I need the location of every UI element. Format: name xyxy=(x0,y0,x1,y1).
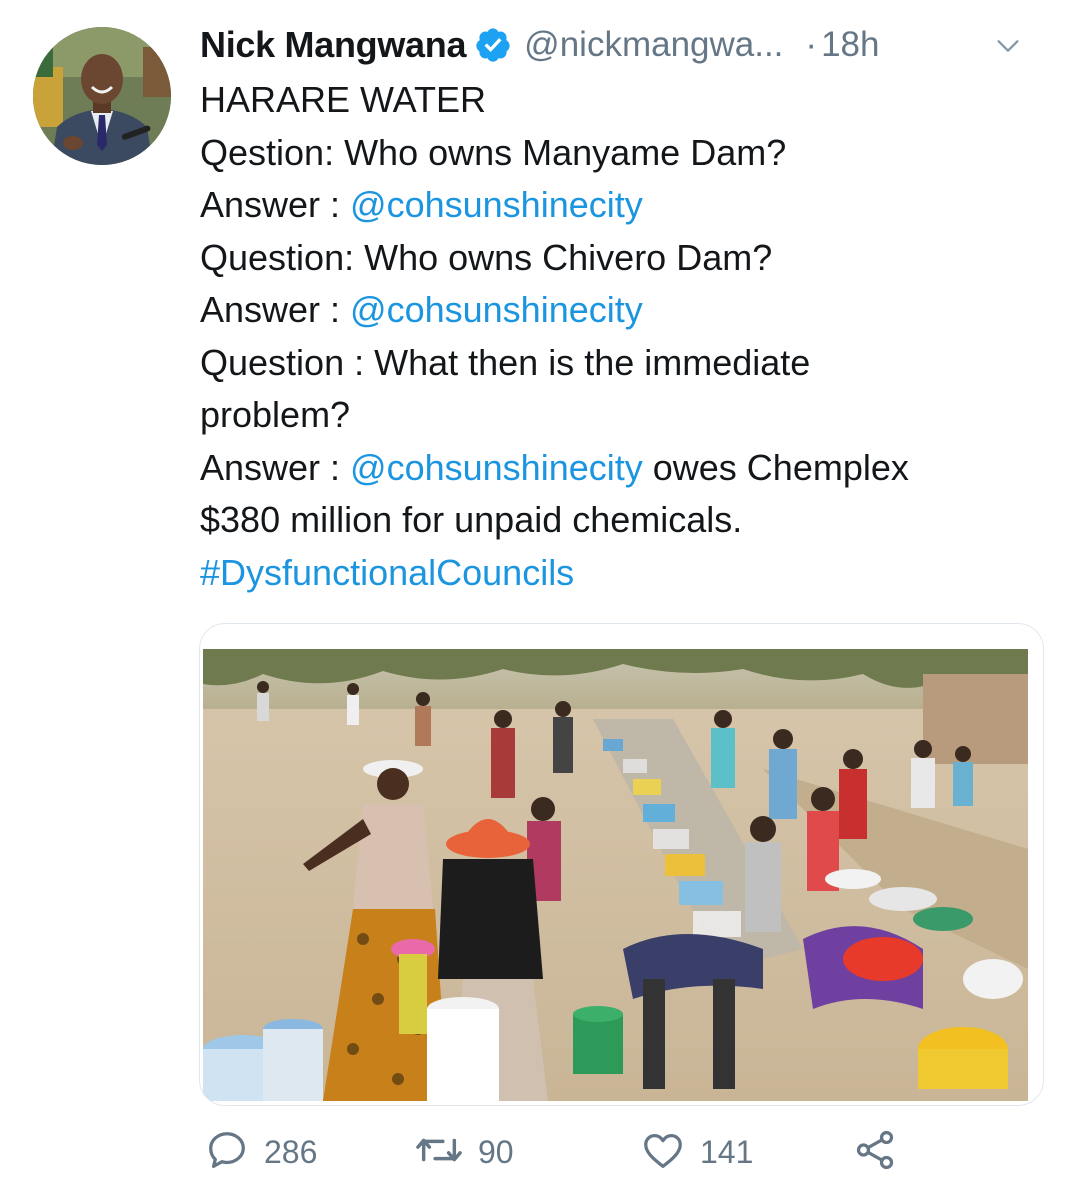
chevron-down-icon[interactable] xyxy=(994,32,1022,65)
reply-icon xyxy=(204,1127,250,1178)
share-icon xyxy=(852,1127,898,1178)
reply-button[interactable]: 286 xyxy=(204,1122,317,1182)
mention-link[interactable]: @cohsunshinecity xyxy=(350,447,643,488)
tweet-actions: 286 90 141 xyxy=(200,1122,920,1182)
tweet-media[interactable] xyxy=(199,623,1044,1106)
tweet-text-line: HARARE WATER xyxy=(200,74,1040,127)
tweet-text-segment: HARARE WATER xyxy=(200,79,487,120)
tweet-text-segment: Question : What then is the immediate xyxy=(200,341,811,383)
profile-photo-icon xyxy=(33,27,171,165)
tweet-header: Nick Mangwana @nickmangwa... · 18h xyxy=(200,20,1040,70)
retweet-button[interactable]: 90 xyxy=(414,1122,514,1182)
retweet-count: 90 xyxy=(478,1133,514,1170)
tweet-text-line: Question : What then is the immediate xyxy=(200,337,1040,390)
tweet-text-line: Question: Who owns Chivero Dam? xyxy=(200,232,1040,285)
author-name[interactable]: Nick Mangwana xyxy=(200,24,466,66)
tweet-text-line: Answer : @cohsunshinecity owes Chemplex xyxy=(200,442,1040,495)
mention-link[interactable]: @cohsunshinecity xyxy=(350,184,643,225)
timestamp[interactable]: 18h xyxy=(821,25,879,65)
share-button[interactable] xyxy=(852,1122,898,1182)
tweet-text-segment: Answer : xyxy=(200,184,351,225)
like-button[interactable]: 141 xyxy=(640,1122,753,1182)
tweet-text-line: $380 million for unpaid chemicals. xyxy=(200,494,1040,547)
tweet-text-line: problem? xyxy=(200,389,1040,442)
tweet-text-line: Answer : @cohsunshinecity xyxy=(200,179,1040,232)
heart-icon xyxy=(640,1127,686,1178)
like-count: 141 xyxy=(700,1133,754,1170)
tweet-text-line: Qestion: Who owns Manyame Dam? xyxy=(200,127,1040,180)
hashtag-link[interactable]: #DysfunctionalCouncils xyxy=(200,552,574,593)
tweet-text-segment: Answer : xyxy=(200,446,351,488)
tweet-text-segment: $380 million for unpaid chemicals. xyxy=(200,499,743,540)
retweet-icon xyxy=(414,1127,464,1178)
avatar[interactable] xyxy=(33,27,171,165)
mention-link[interactable]: @cohsunshinecity xyxy=(350,289,643,330)
tweet-text-line: #DysfunctionalCouncils xyxy=(200,547,1040,600)
verified-badge-icon xyxy=(474,26,512,64)
separator-dot: · xyxy=(805,25,818,64)
author-handle[interactable]: @nickmangwa... xyxy=(524,25,783,65)
tweet-text-segment: Question: Who owns Chivero Dam? xyxy=(200,236,773,278)
photo-of-people-queuing-for-water-icon xyxy=(203,649,1028,1101)
tweet[interactable]: Nick Mangwana @nickmangwa... · 18h HARAR… xyxy=(0,0,1074,1200)
tweet-text-segment: Answer : xyxy=(200,289,351,330)
tweet-text-line: Answer : @cohsunshinecity xyxy=(200,284,1040,337)
tweet-text-segment: owes Chemplex xyxy=(642,446,909,488)
reply-count: 286 xyxy=(264,1133,318,1170)
tweet-text-segment: problem? xyxy=(200,394,351,435)
tweet-text-segment: Qestion: Who owns Manyame Dam? xyxy=(200,131,787,173)
tweet-text: HARARE WATER Qestion: Who owns Manyame Da… xyxy=(200,74,1040,599)
